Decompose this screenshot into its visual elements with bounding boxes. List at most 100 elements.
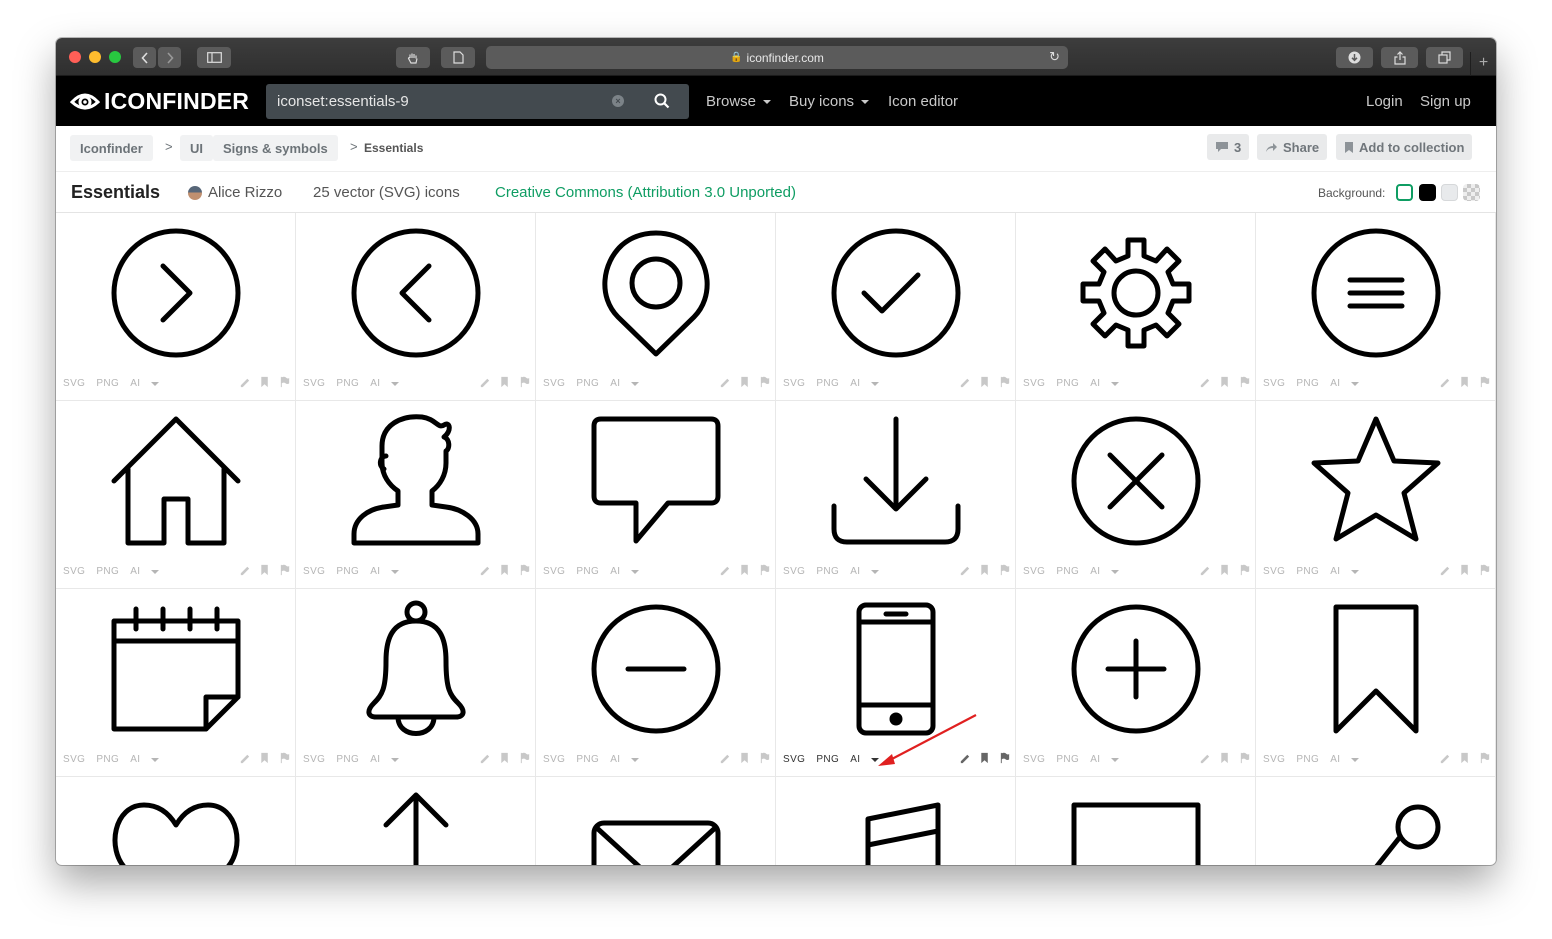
flag-icon[interactable] [279,752,291,764]
pencil-icon[interactable] [959,752,971,764]
star-icon[interactable] [1306,411,1446,551]
clear-search-icon[interactable]: × [612,95,624,107]
download-ai-link[interactable]: AI [130,566,140,577]
chevron-left-circle-icon[interactable] [346,223,486,363]
download-ai-link[interactable]: AI [1330,754,1340,765]
downloads-button[interactable] [1336,47,1373,68]
icon-card-arrow-up[interactable] [296,777,536,865]
download-svg-link[interactable]: SVG [783,566,805,577]
bookmark-icon[interactable] [499,564,511,576]
mail-icon[interactable] [586,787,726,865]
download-png-link[interactable]: PNG [816,378,839,389]
minimize-window-button[interactable] [89,51,101,63]
icon-card-chevron-right-circle[interactable]: SVG PNG AI [56,213,296,401]
menu-circle-icon[interactable] [1306,223,1446,363]
format-dropdown-icon[interactable] [391,569,400,574]
flag-icon[interactable] [759,564,771,576]
download-ai-link[interactable]: AI [1330,566,1340,577]
speech-bubble-icon[interactable] [586,411,726,551]
format-dropdown-icon[interactable] [1351,569,1360,574]
icon-card-location-pin[interactable]: SVG PNG AI [536,213,776,401]
download-png-link[interactable]: PNG [336,754,359,765]
pencil-icon[interactable] [959,564,971,576]
bookmark-icon[interactable] [1459,564,1471,576]
download-png-link[interactable]: PNG [816,566,839,577]
bookmark-icon[interactable] [739,564,751,576]
pencil-icon[interactable] [1199,564,1211,576]
background-gray-swatch[interactable] [1441,184,1458,201]
background-white-swatch[interactable] [1396,184,1413,201]
bookmark-icon[interactable] [259,564,271,576]
breadcrumb-iconfinder[interactable]: Iconfinder [70,135,153,161]
flag-icon[interactable] [1479,752,1491,764]
pencil-icon[interactable] [1439,752,1451,764]
pencil-icon[interactable] [239,752,251,764]
location-pin-icon[interactable] [586,223,726,363]
download-ai-link[interactable]: AI [1090,566,1100,577]
bookmark-icon[interactable] [259,752,271,764]
pencil-icon[interactable] [479,376,491,388]
flag-icon[interactable] [1479,376,1491,388]
bookmark-icon[interactable] [739,752,751,764]
plus-circle-icon[interactable] [1066,599,1206,739]
bookmark-icon[interactable] [1306,599,1446,739]
bookmark-icon[interactable] [1459,752,1471,764]
download-png-link[interactable]: PNG [1296,754,1319,765]
download-png-link[interactable]: PNG [1056,754,1079,765]
music-icon[interactable] [826,787,966,865]
icon-card-smartphone[interactable]: SVG PNG AI [776,589,1016,777]
nav-browse[interactable]: Browse [706,93,772,110]
breadcrumb-signs-symbols[interactable]: Signs & symbols [213,135,338,161]
background-transparent-swatch[interactable] [1463,184,1480,201]
comments-button[interactable]: 3 [1207,134,1250,160]
download-svg-link[interactable]: SVG [783,378,805,389]
download-svg-link[interactable]: SVG [1023,754,1045,765]
download-svg-link[interactable]: SVG [63,754,85,765]
download-svg-link[interactable]: SVG [1023,378,1045,389]
pencil-icon[interactable] [1439,376,1451,388]
calendar-icon[interactable] [106,599,246,739]
download-ai-link[interactable]: AI [370,754,380,765]
share-page-button[interactable] [1381,47,1418,68]
icon-card-square[interactable] [1016,777,1256,865]
flag-icon[interactable] [1239,376,1251,388]
arrow-up-icon[interactable] [346,787,486,865]
format-dropdown-icon[interactable] [391,757,400,762]
add-to-collection-button[interactable]: Add to collection [1336,134,1473,160]
square-icon[interactable] [1066,787,1206,865]
back-button[interactable] [133,47,156,68]
download-svg-link[interactable]: SVG [543,566,565,577]
icon-card-menu-circle[interactable]: SVG PNG AI [1256,213,1496,401]
pencil-icon[interactable] [239,376,251,388]
zoom-window-button[interactable] [109,51,121,63]
download-svg-link[interactable]: SVG [1263,378,1285,389]
icon-card-music[interactable] [776,777,1016,865]
download-ai-link[interactable]: AI [610,754,620,765]
pencil-icon[interactable] [239,564,251,576]
download-svg-link[interactable]: SVG [1023,566,1045,577]
smartphone-icon[interactable] [826,599,966,739]
format-dropdown-icon[interactable] [871,569,880,574]
download-ai-link[interactable]: AI [1090,378,1100,389]
check-circle-icon[interactable] [826,223,966,363]
format-dropdown-icon[interactable] [631,381,640,386]
icon-card-mail[interactable] [536,777,776,865]
nav-buy-icons[interactable]: Buy icons [789,93,870,110]
bookmark-icon[interactable] [499,376,511,388]
download-ai-link[interactable]: AI [850,566,860,577]
format-dropdown-icon[interactable] [871,757,880,762]
heart-icon[interactable] [106,787,246,865]
format-dropdown-icon[interactable] [151,569,160,574]
format-dropdown-icon[interactable] [1351,381,1360,386]
bookmark-icon[interactable] [499,752,511,764]
bookmark-icon[interactable] [1219,752,1231,764]
search-icon[interactable] [654,93,670,109]
format-dropdown-icon[interactable] [151,757,160,762]
flag-icon[interactable] [519,564,531,576]
download-png-link[interactable]: PNG [336,566,359,577]
nav-icon-editor[interactable]: Icon editor [888,93,958,110]
format-dropdown-icon[interactable] [631,757,640,762]
download-ai-link[interactable]: AI [610,566,620,577]
download-svg-link[interactable]: SVG [543,378,565,389]
pencil-icon[interactable] [1199,376,1211,388]
